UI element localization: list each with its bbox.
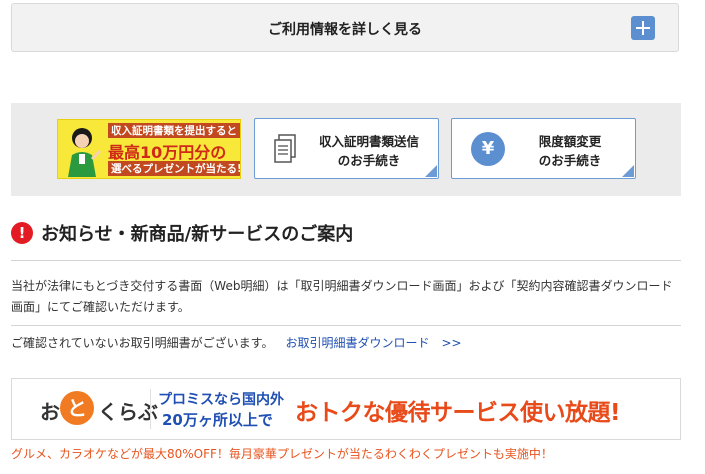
usage-info-accordion[interactable]: ご利用情報を詳しく見る <box>11 3 679 52</box>
statement-confirm-row: ご確認されていないお取引明細書がございます。 お取引明細書ダウンロード >> <box>11 334 681 352</box>
campaign-line2: 最高10万円分の <box>108 143 227 162</box>
person-illustration-icon <box>68 128 102 177</box>
alert-icon: ! <box>11 222 33 244</box>
income-proof-label: 収入証明書類送信 のお手続き <box>318 134 419 168</box>
limit-change-label: 限度額変更 のお手続き <box>538 134 602 168</box>
banner-line1: プロミスなら国内外 <box>158 392 284 408</box>
notice-heading: ! お知らせ・新商品/新サービスのご案内 <box>11 220 681 261</box>
logo-text-rest: くらぶ <box>98 400 158 424</box>
plus-icon[interactable] <box>631 16 655 40</box>
notice-body: 当社が法律にもとづき交付する書面（Web明細）は「取引明細書ダウンロード画面」お… <box>11 279 673 314</box>
yen-icon: ¥ <box>471 132 505 166</box>
otoku-club-banner[interactable]: お と くらぶ プロミスなら国内外 20万ヶ所以上で おトクな優待サービス使い放… <box>11 378 681 440</box>
banner-headline: おトクな優待サービス使い放題! <box>295 400 621 426</box>
banner-line2: 20万ヶ所以上で <box>162 411 273 429</box>
corner-arrow-icon <box>622 165 634 177</box>
limit-change-button[interactable]: ¥ 限度額変更 のお手続き <box>451 118 636 179</box>
income-proof-submit-button[interactable]: 収入証明書類送信 のお手続き <box>254 118 439 179</box>
accordion-label: ご利用情報を詳しく見る <box>268 22 422 38</box>
banner-separator <box>150 389 151 429</box>
otoku-promo-text: グルメ、カラオケなどが最大80%OFF！毎月豪華プレゼントが当たるわくわくプレゼ… <box>11 447 553 461</box>
logo-text-o: お <box>40 400 60 424</box>
corner-arrow-icon <box>425 165 437 177</box>
statement-download-link[interactable]: お取引明細書ダウンロード >> <box>285 336 461 350</box>
logo-circle: と <box>60 391 94 425</box>
campaign-line3: 選べるプレゼントが当たる! <box>108 161 240 176</box>
document-icon <box>274 134 296 163</box>
divider <box>11 325 681 326</box>
campaign-line1: 収入証明書類を提出すると <box>108 123 240 138</box>
confirm-text: ご確認されていないお取引明細書がございます。 <box>11 336 274 350</box>
income-proof-campaign-banner[interactable]: 収入証明書類を提出すると 最高10万円分の 選べるプレゼントが当たる! <box>57 119 241 179</box>
notice-title: お知らせ・新商品/新サービスのご案内 <box>41 224 354 245</box>
